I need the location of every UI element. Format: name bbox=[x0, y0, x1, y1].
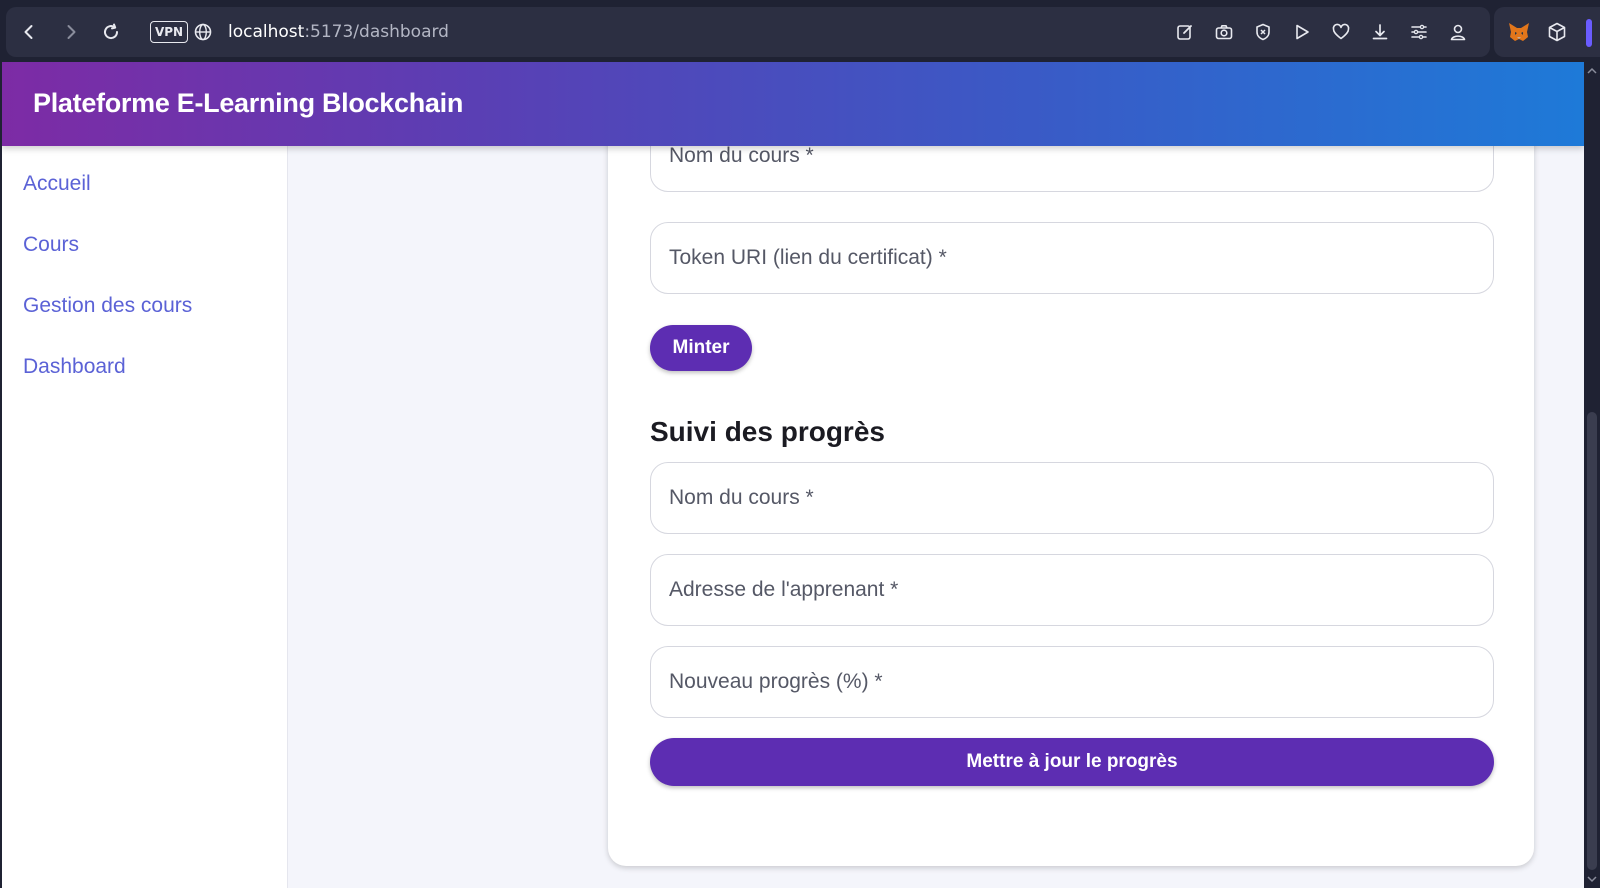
heart-icon[interactable] bbox=[1330, 21, 1352, 43]
minter-button[interactable]: Minter bbox=[650, 325, 752, 371]
main-content: Nom du cours * Token URI (lien du certif… bbox=[288, 66, 1584, 888]
back-icon[interactable] bbox=[18, 21, 40, 43]
page-scrollbar[interactable] bbox=[1584, 62, 1600, 888]
token-uri-field[interactable]: Token URI (lien du certificat) * bbox=[650, 222, 1494, 294]
form-card: Nom du cours * Token URI (lien du certif… bbox=[608, 66, 1534, 866]
extensions-area bbox=[1494, 7, 1600, 57]
sidebar-item-gestion-des-cours[interactable]: Gestion des cours bbox=[23, 294, 192, 318]
update-progress-button[interactable]: Mettre à jour le progrès bbox=[650, 738, 1494, 786]
download-icon[interactable] bbox=[1369, 21, 1391, 43]
cube-icon[interactable] bbox=[1546, 21, 1568, 43]
vpn-badge[interactable]: VPN bbox=[150, 21, 188, 43]
camera-icon[interactable] bbox=[1213, 21, 1235, 43]
sidebar-toggle-indicator[interactable] bbox=[1586, 19, 1592, 47]
edit-icon[interactable] bbox=[1174, 21, 1196, 43]
sidebar-item-cours[interactable]: Cours bbox=[23, 233, 79, 257]
address-bar[interactable]: localhost:5173/dashboard bbox=[228, 22, 449, 42]
learner-address-field[interactable]: Adresse de l'apprenant * bbox=[650, 554, 1494, 626]
metamask-fox-icon[interactable] bbox=[1507, 20, 1531, 44]
toolbar-icons bbox=[1174, 21, 1469, 43]
account-icon[interactable] bbox=[1447, 21, 1469, 43]
scroll-thumb[interactable] bbox=[1587, 412, 1597, 870]
sidebar: Accueil Cours Gestion des cours Dashboar… bbox=[2, 146, 288, 888]
progress-course-name-field[interactable]: Nom du cours * bbox=[650, 462, 1494, 534]
browser-chrome: VPN localhost:5173/dashboard bbox=[0, 0, 1600, 64]
reload-icon[interactable] bbox=[100, 21, 122, 43]
menu-icon[interactable] bbox=[1408, 21, 1430, 43]
sidebar-item-dashboard[interactable]: Dashboard bbox=[23, 355, 126, 379]
app-header: Plateforme E-Learning Blockchain bbox=[2, 62, 1584, 146]
sidebar-item-accueil[interactable]: Accueil bbox=[23, 172, 91, 196]
shield-icon[interactable] bbox=[1252, 21, 1274, 43]
page-viewport: Plateforme E-Learning Blockchain Accueil… bbox=[2, 62, 1584, 888]
globe-icon[interactable] bbox=[192, 21, 214, 43]
url-host: localhost bbox=[228, 22, 305, 42]
progress-section-title: Suivi des progrès bbox=[650, 416, 885, 447]
scroll-up-icon[interactable] bbox=[1587, 66, 1597, 76]
play-icon[interactable] bbox=[1291, 21, 1313, 43]
new-progress-field[interactable]: Nouveau progrès (%) * bbox=[650, 646, 1494, 718]
browser-toolbar: VPN localhost:5173/dashboard bbox=[6, 7, 1490, 57]
url-path: :5173/dashboard bbox=[304, 22, 449, 42]
forward-icon[interactable] bbox=[60, 21, 82, 43]
scroll-down-icon[interactable] bbox=[1587, 874, 1597, 884]
app-title: Plateforme E-Learning Blockchain bbox=[33, 88, 464, 118]
